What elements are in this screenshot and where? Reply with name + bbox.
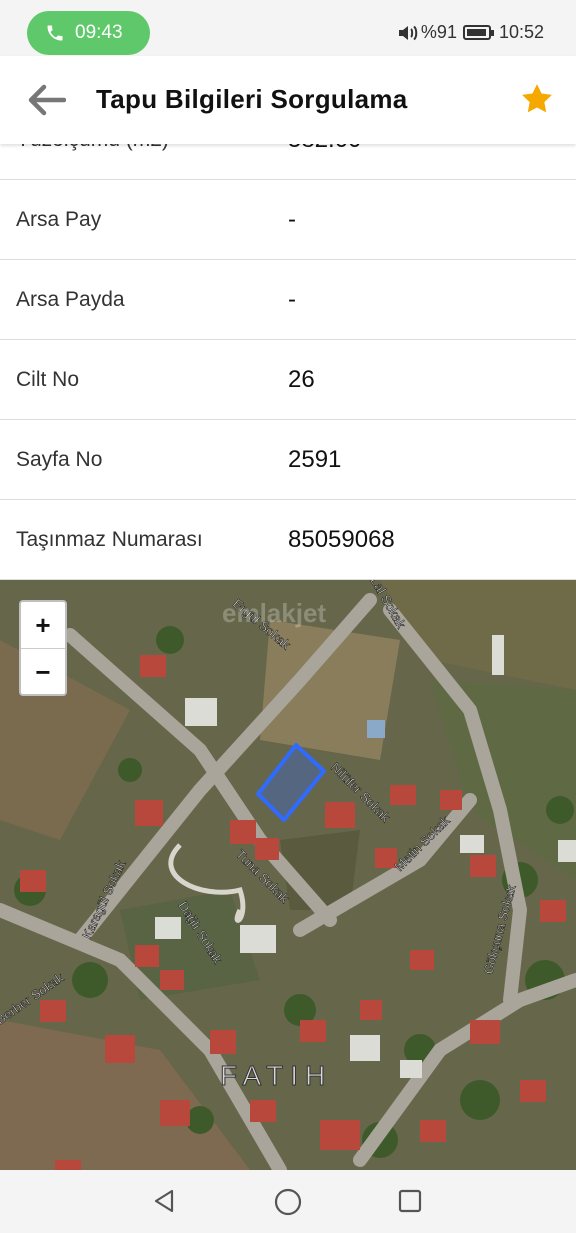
back-arrow-icon[interactable] [26,82,66,118]
detail-row: Sayfa No 2591 [0,420,576,500]
detail-row: Arsa Pay - [0,180,576,260]
ongoing-call-pill[interactable]: 09:43 [27,11,150,55]
page-title: Tapu Bilgileri Sorgulama [96,84,408,114]
map-imagery: Ergül Sokak Lal Sokak Nilüfer Sokak Meti… [0,580,576,1170]
nav-home-icon[interactable] [273,1187,303,1217]
clock: 10:52 [498,22,544,42]
volume-icon [398,25,418,40]
zoom-out-button[interactable]: − [21,649,65,695]
detail-value: 85059068 [288,526,395,553]
nav-back-icon[interactable] [150,1187,178,1215]
detail-label: Cilt No [16,368,80,391]
favorite-star-icon[interactable] [520,82,554,116]
detail-label: Arsa Pay [16,208,102,231]
satellite-map[interactable]: Ergül Sokak Lal Sokak Nilüfer Sokak Meti… [0,580,576,1170]
battery-icon [462,25,494,40]
detail-value: - [288,206,296,233]
call-time: 09:43 [75,22,123,43]
system-nav-bar [0,1170,576,1233]
detail-value: 26 [288,366,315,393]
detail-row: Cilt No 26 [0,340,576,420]
status-bar: 09:43 %91 10:52 [0,0,576,56]
detail-row: Taşınmaz Numarası 85059068 [0,500,576,580]
nav-recents-icon[interactable] [397,1188,423,1214]
detail-list: Yüzölçümü (m2) 582.00 Arsa Pay - Arsa Pa… [0,100,576,580]
zoom-control: + − [19,600,67,696]
detail-label: Taşınmaz Numarası [16,528,203,551]
detail-value: - [288,286,296,313]
phone-icon [47,25,63,41]
detail-label: Arsa Payda [16,288,125,311]
detail-value: 2591 [288,446,342,473]
app-bar: Tapu Bilgileri Sorgulama [0,56,576,144]
detail-row: Arsa Payda - [0,260,576,340]
district-label: FATIH [220,1060,332,1091]
zoom-in-button[interactable]: + [21,602,65,649]
detail-label: Sayfa No [16,448,103,471]
battery-percent: %91 [420,22,457,42]
map-watermark: emlakjet [222,598,326,628]
